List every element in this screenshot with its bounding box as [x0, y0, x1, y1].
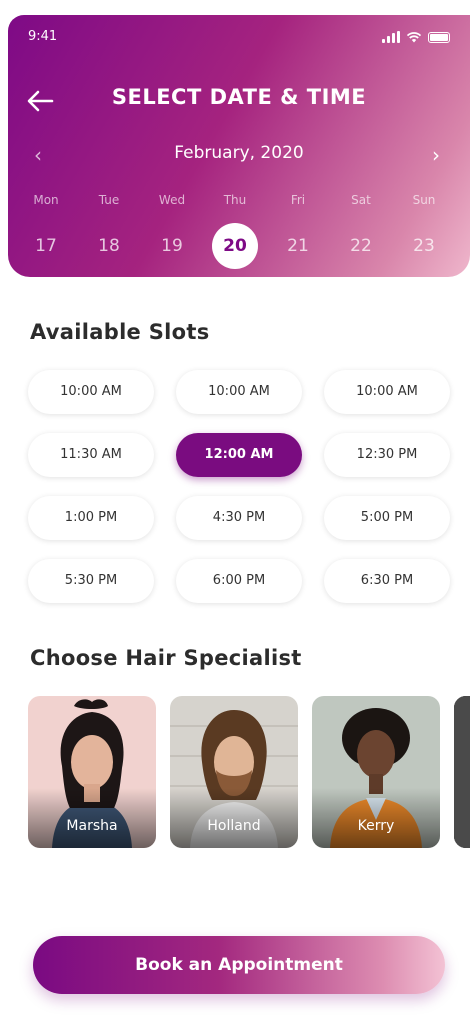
day-wed[interactable]: Wed 19	[142, 193, 202, 269]
day-date: 19	[161, 236, 183, 256]
month-label: February, 2020	[174, 143, 304, 163]
system-icons	[382, 31, 450, 43]
day-tue[interactable]: Tue 18	[79, 193, 139, 269]
status-time: 9:41	[28, 29, 58, 44]
specialist-card-holland[interactable]: Holland	[170, 696, 298, 848]
time-slot[interactable]: 10:00 AM	[176, 370, 302, 414]
time-slot[interactable]: 6:30 PM	[324, 559, 450, 603]
day-name: Mon	[33, 193, 59, 207]
time-slot-selected[interactable]: 12:00 AM	[176, 433, 302, 477]
time-slot[interactable]: 1:00 PM	[28, 496, 154, 540]
day-fri[interactable]: Fri 21	[268, 193, 328, 269]
specialists-title: Choose Hair Specialist	[30, 646, 302, 670]
day-name: Sun	[412, 193, 436, 207]
page-title: SELECT DATE & TIME	[111, 85, 367, 109]
day-sat[interactable]: Sat 22	[331, 193, 391, 269]
time-slots-grid: 10:00 AM 10:00 AM 10:00 AM 11:30 AM 12:0…	[28, 370, 450, 606]
month-selector: ‹ February, 2020 ›	[28, 143, 450, 167]
time-slot[interactable]: 5:00 PM	[324, 496, 450, 540]
day-date: 22	[350, 236, 372, 256]
time-slot[interactable]: 11:30 AM	[28, 433, 154, 477]
time-slot[interactable]: 5:30 PM	[28, 559, 154, 603]
signal-icon	[382, 31, 400, 43]
day-mon[interactable]: Mon 17	[16, 193, 76, 269]
time-slot[interactable]: 10:00 AM	[28, 370, 154, 414]
day-thu-selected[interactable]: Thu 20	[205, 193, 265, 269]
day-date: 23	[413, 236, 435, 256]
day-name: Tue	[98, 193, 120, 207]
day-date: 20	[212, 223, 258, 269]
status-bar: 9:41	[28, 29, 450, 47]
day-name: Wed	[158, 193, 186, 207]
day-name: Fri	[290, 193, 306, 207]
specialist-name: Holland	[207, 818, 261, 834]
time-slot[interactable]: 12:30 PM	[324, 433, 450, 477]
specialist-card-kerry[interactable]: Kerry	[312, 696, 440, 848]
header: 9:41 SELECT DATE & TIME ‹ February, 2020…	[8, 15, 470, 277]
specialists-carousel: Marsha Holland Kerry	[28, 696, 470, 848]
day-name: Sat	[351, 193, 371, 207]
day-date: 18	[98, 236, 120, 256]
day-date: 21	[287, 236, 309, 256]
book-appointment-button[interactable]: Book an Appointment	[33, 936, 445, 994]
time-slot[interactable]: 6:00 PM	[176, 559, 302, 603]
day-sun[interactable]: Sun 23	[394, 193, 454, 269]
specialist-card-partial[interactable]	[454, 696, 470, 848]
specialist-name: Marsha	[66, 818, 118, 834]
day-name: Thu	[223, 193, 247, 207]
wifi-icon	[406, 32, 422, 43]
specialist-card-marsha[interactable]: Marsha	[28, 696, 156, 848]
chevron-right-icon[interactable]: ›	[426, 143, 446, 167]
week-days: Mon 17 Tue 18 Wed 19 Thu 20 Fri 21 Sat 2…	[8, 193, 470, 273]
time-slot[interactable]: 10:00 AM	[324, 370, 450, 414]
specialist-photo	[454, 696, 470, 848]
specialist-name: Kerry	[357, 818, 395, 834]
day-date: 17	[35, 236, 57, 256]
slots-title: Available Slots	[30, 320, 210, 344]
screen: 9:41 SELECT DATE & TIME ‹ February, 2020…	[0, 0, 470, 1017]
time-slot[interactable]: 4:30 PM	[176, 496, 302, 540]
battery-icon	[428, 31, 450, 43]
